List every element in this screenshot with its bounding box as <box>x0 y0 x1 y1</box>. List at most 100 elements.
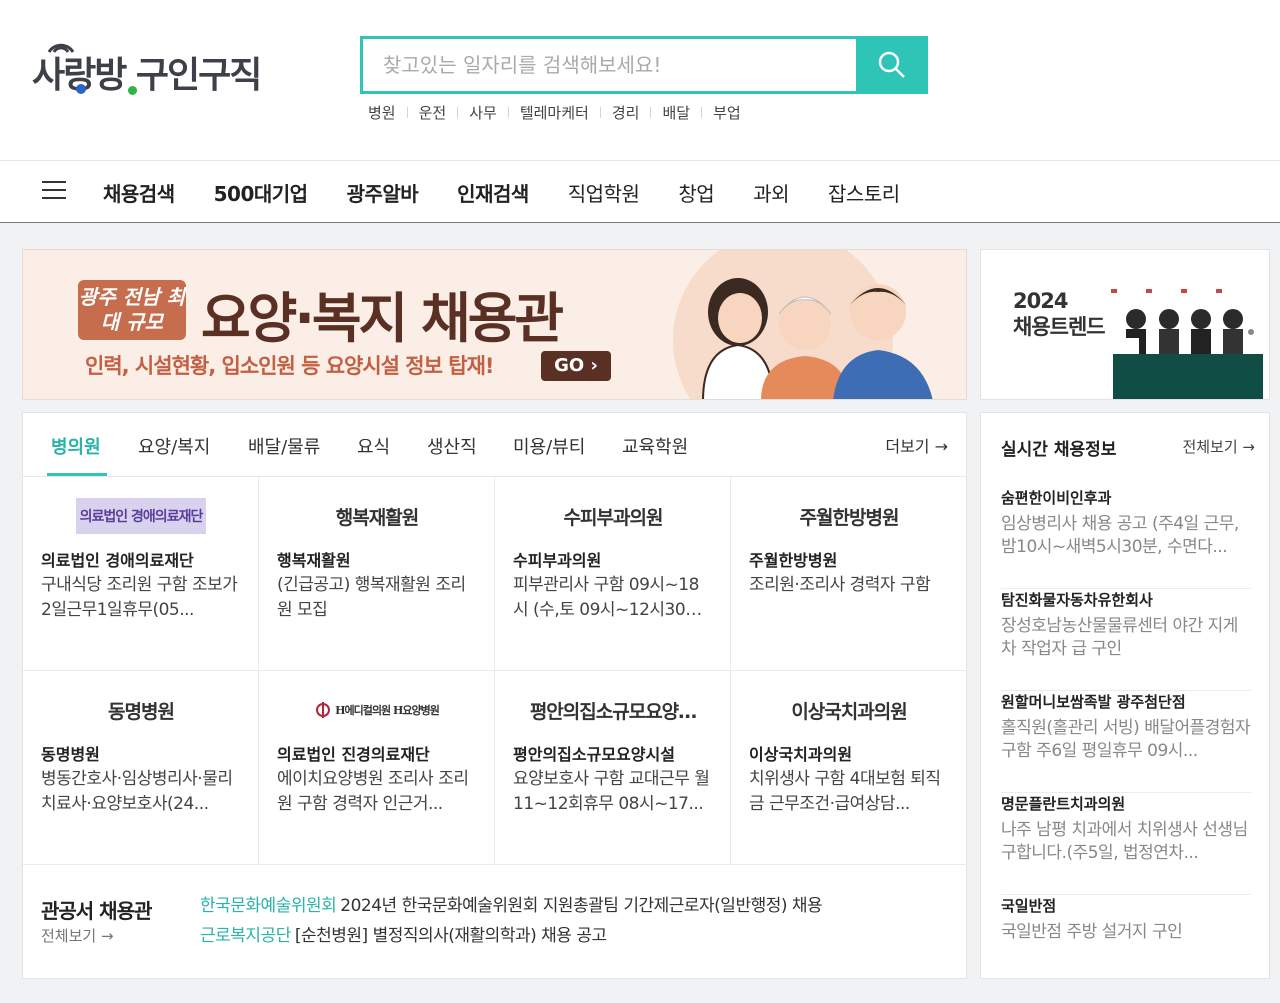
divider <box>507 107 509 118</box>
banner-go-button[interactable]: GO › <box>541 351 611 381</box>
nav-item-job-story[interactable]: 잡스토리 <box>828 178 900 207</box>
tab-beauty[interactable]: 미용/뷰티 <box>513 433 585 459</box>
search-input[interactable] <box>363 39 859 91</box>
panel-discussion-illustration <box>1109 289 1263 399</box>
job-title: 피부관리사 구함 09시~18시 (수,토 09시~12시30분,... <box>513 575 699 620</box>
header: 사랑방 구인구직 병원 운전 사무 텔레마케터 경리 배달 부업 <box>0 0 1280 160</box>
tab-education[interactable]: 교육학원 <box>622 433 688 459</box>
banner-title: 요양·복지 채용관 <box>201 287 564 350</box>
gov-section-title: 관공서 채용관 <box>41 899 152 923</box>
keyword-link[interactable]: 텔레마케터 <box>520 102 589 123</box>
company-logo: 의료법인 경애의료재단 <box>41 497 241 535</box>
realtime-job-item[interactable]: 명문플란트치과의원 나주 남평 치과에서 치위생사 선생님 구합니다.(주5일,… <box>1001 793 1251 895</box>
search-box <box>360 36 928 94</box>
site-logo[interactable]: 사랑방 구인구직 <box>32 40 262 96</box>
trend-2024-banner[interactable]: 2024 채용트렌드 <box>980 249 1270 400</box>
category-jobs-panel: 병의원 요양/복지 배달/물류 요식 생산직 미용/뷰티 교육학원 더보기 → … <box>22 412 967 979</box>
trend-banner-title: 2024 채용트렌드 <box>1013 289 1106 339</box>
company-name: 탐진화물자동차유한회사 <box>1001 591 1153 609</box>
main-nav: 채용검색 500대기업 광주알바 인재검색 직업학원 창업 과외 잡스토리 <box>0 160 1280 223</box>
realtime-view-all-link[interactable]: 전체보기 → <box>1182 436 1255 457</box>
job-title: 치위생사 구함 4대보험 퇴직금 근무조건·급여상담... <box>749 769 941 814</box>
keyword-link[interactable]: 병원 <box>368 102 396 123</box>
gov-view-all-link[interactable]: 전체보기 → <box>41 925 114 946</box>
job-card[interactable]: 동명병원 동명병원 병동간호사·임상병리사·물리치료사·요양보호사(24... <box>23 671 259 865</box>
realtime-title: 실시간 채용정보 <box>1001 440 1117 460</box>
realtime-jobs-panel: 실시간 채용정보 전체보기 → 숨편한이비인후과 임상병리사 채용 공고 (주4… <box>980 412 1270 979</box>
tab-hospital[interactable]: 병의원 <box>51 433 101 459</box>
nav-item-tutoring[interactable]: 과외 <box>753 178 789 207</box>
family-illustration <box>673 250 933 399</box>
divider <box>457 107 459 118</box>
company-logo: 이상국치과의원 <box>791 700 907 723</box>
job-card[interactable]: 이상국치과의원 이상국치과의원 치위생사 구함 4대보험 퇴직금 근무조건·급여… <box>731 671 967 865</box>
active-tab-indicator <box>47 473 107 476</box>
company-name: 국일반점 <box>1001 897 1057 915</box>
keyword-link[interactable]: 운전 <box>419 102 447 123</box>
tab-delivery[interactable]: 배달/물류 <box>248 433 320 459</box>
company-logo: 동명병원 <box>108 700 175 723</box>
menu-icon[interactable] <box>42 181 66 199</box>
category-tabs: 병의원 요양/복지 배달/물류 요식 생산직 미용/뷰티 교육학원 더보기 → <box>23 413 966 477</box>
company-name: 평안의집소규모요양시설 <box>513 745 675 764</box>
company-logo: 주월한방병원 <box>799 506 900 529</box>
realtime-job-list: 숨편한이비인후과 임상병리사 채용 공고 (주4일 근무, 밤10시~새벽5시3… <box>1001 487 1251 997</box>
job-card[interactable]: H에디컬의원 H요양병원 의료법인 진경의료재단 에이치요양병원 조리사 조리원… <box>259 671 495 865</box>
tab-care-welfare[interactable]: 요양/복지 <box>138 433 210 459</box>
company-name: 이상국치과의원 <box>749 745 853 764</box>
job-title: 에이치요양병원 조리사 조리원 구함 경력자 인근거... <box>277 769 469 814</box>
realtime-job-item[interactable]: 원할머니보쌈족발 광주첨단점 홀직원(홀관리 서빙) 배달어플경험자 구함 주6… <box>1001 691 1251 793</box>
hospital-emblem-icon <box>316 702 331 718</box>
nav-item-academy[interactable]: 직업학원 <box>568 178 640 207</box>
search-button[interactable] <box>856 36 928 94</box>
tab-production[interactable]: 생산직 <box>427 433 477 459</box>
nav-item-talent-search[interactable]: 인재검색 <box>457 178 529 207</box>
divider <box>650 107 652 118</box>
job-title: 국일반점 주방 설거지 구인 <box>1001 922 1183 942</box>
keyword-link[interactable]: 사무 <box>469 102 497 123</box>
job-title: 조리원·조리사 경력자 구함 <box>749 575 931 595</box>
job-title: 구내식당 조리원 구함 조보가 2일근무1일휴무(05... <box>41 575 238 620</box>
realtime-job-item[interactable]: 국일반점 국일반점 주방 설거지 구인 <box>1001 895 1251 997</box>
search-icon <box>878 51 905 78</box>
more-link[interactable]: 더보기 → <box>885 433 948 457</box>
care-welfare-banner[interactable]: 광주 전남 최대 규모 요양·복지 채용관 인력, 시설현황, 입소인원 등 요… <box>22 249 967 400</box>
job-title: 요양보호사 구함 교대근무 월11~12회휴무 08시~17... <box>513 769 710 814</box>
job-card[interactable]: 주월한방병원 주월한방병원 조리원·조리사 경력자 구함 <box>731 477 967 671</box>
job-card[interactable]: 의료법인 경애의료재단 의료법인 경애의료재단 구내식당 조리원 구함 조보가 … <box>23 477 259 671</box>
realtime-job-item[interactable]: 숨편한이비인후과 임상병리사 채용 공고 (주4일 근무, 밤10시~새벽5시3… <box>1001 487 1251 589</box>
gov-job-row[interactable]: 근로복지공단 [순천병원] 별정직의사(재활의학과) 채용 공고 <box>200 921 822 951</box>
gov-job-row[interactable]: 한국문화예술위원회 2024년 한국문화예술위원회 지원총괄팀 기간제근로자(일반… <box>200 891 823 921</box>
company-logo: H에디컬의원 H요양병원 <box>277 691 477 729</box>
government-jobs-section: 관공서 채용관 전체보기 → 한국문화예술위원회 2024년 한국문화예술위원회 … <box>23 865 966 978</box>
realtime-job-item[interactable]: 탐진화물자동차유한회사 장성호남농산물물류센터 야간 지게차 작업자 급 구인 <box>1001 589 1251 691</box>
nav-item-job-search[interactable]: 채용검색 <box>103 178 175 207</box>
company-logo: 행복재활원 <box>335 506 419 529</box>
company-name: 명문플란트치과의원 <box>1001 795 1126 813</box>
banner-subtitle: 인력, 시설현황, 입소인원 등 요양시설 정보 탑재! <box>85 354 494 378</box>
divider <box>406 107 408 118</box>
logo-dot-green <box>128 86 137 95</box>
nav-item-startup[interactable]: 창업 <box>678 178 714 207</box>
job-card[interactable]: 평안의집소규모요양… 평안의집소규모요양시설 요양보호사 구함 교대근무 월11… <box>495 671 731 865</box>
company-name: 숨편한이비인후과 <box>1001 489 1112 507</box>
keyword-link[interactable]: 경리 <box>612 102 640 123</box>
company-logo: 수피부과의원 <box>563 506 664 529</box>
divider <box>701 107 703 118</box>
tab-food[interactable]: 요식 <box>357 433 390 459</box>
gov-org-name: 근로복지공단 <box>200 926 291 946</box>
company-name: 주월한방병원 <box>749 551 838 570</box>
nav-item-gwangju-alba[interactable]: 광주알바 <box>347 178 419 207</box>
company-name: 수피부과의원 <box>513 551 602 570</box>
job-card[interactable]: 행복재활원 행복재활원 (긴급공고) 행복재활원 조리원 모집 <box>259 477 495 671</box>
logo-text: 사랑방 구인구직 <box>32 55 262 96</box>
keyword-link[interactable]: 배달 <box>662 102 690 123</box>
keyword-link[interactable]: 부업 <box>713 102 741 123</box>
gov-job-list: 한국문화예술위원회 2024년 한국문화예술위원회 지원총괄팀 기간제근로자(일반… <box>200 891 823 951</box>
job-title: 나주 남평 치과에서 치위생사 선생님 구합니다.(주5일, 법정연차... <box>1001 820 1248 863</box>
job-grid: 의료법인 경애의료재단 의료법인 경애의료재단 구내식당 조리원 구함 조보가 … <box>23 477 967 865</box>
job-card[interactable]: 수피부과의원 수피부과의원 피부관리사 구함 09시~18시 (수,토 09시~… <box>495 477 731 671</box>
gov-job-title: [순천병원] 별정직의사(재활의학과) 채용 공고 <box>294 926 607 946</box>
nav-item-top500[interactable]: 500대기업 <box>214 178 308 207</box>
job-title: 홀직원(홀관리 서빙) 배달어플경험자 구함 주6일 평일휴무 09시... <box>1001 718 1251 761</box>
